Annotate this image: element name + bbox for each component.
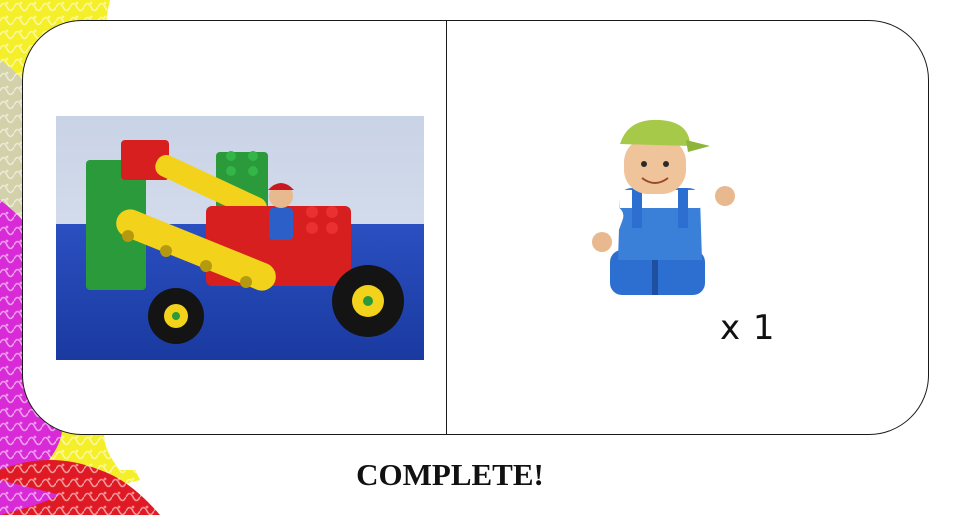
part-quantity-label: x 1 [720, 308, 776, 348]
part-image [590, 110, 740, 310]
card-divider [446, 20, 447, 435]
lego-duplo-boy-figure-icon [592, 119, 735, 295]
build-step-image [56, 116, 424, 360]
completion-status-text: COMPLETE! [356, 457, 544, 492]
lego-duplo-vehicle-photo-icon [56, 116, 424, 360]
